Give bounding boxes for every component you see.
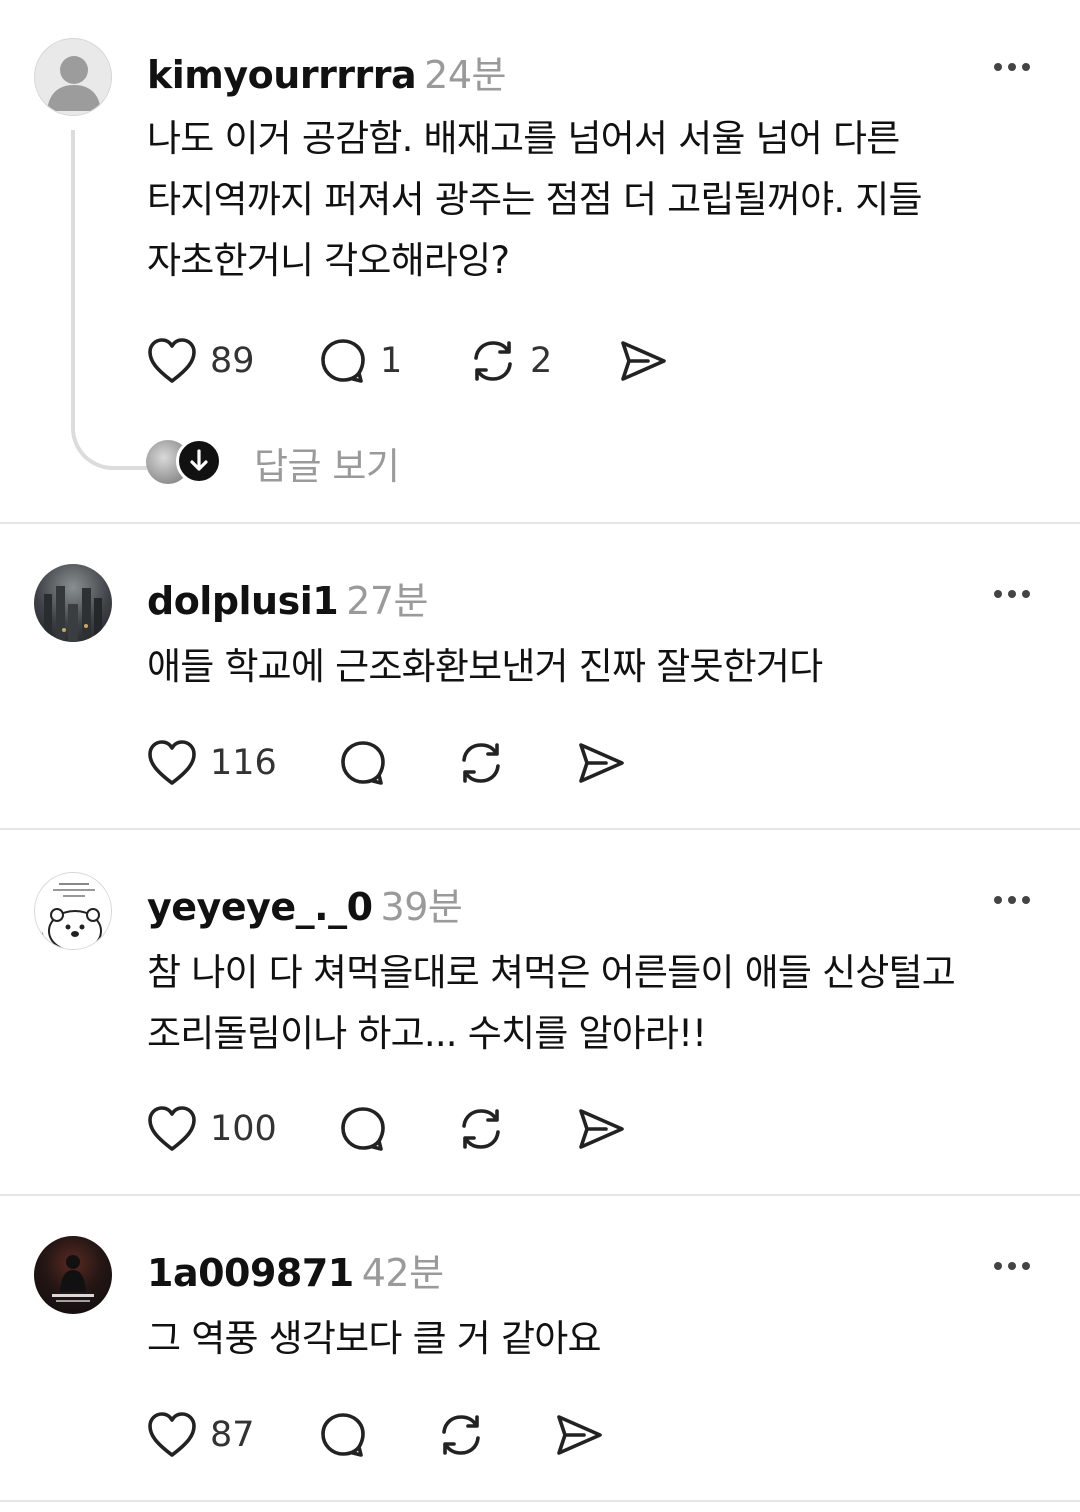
action-bar: 116 [146, 738, 646, 788]
username-text[interactable]: kimyourrrrra [147, 53, 417, 97]
send-icon [579, 743, 624, 783]
comment-text: 나도 이거 공감함. 배재고를 넘어서 서울 넘어 다른 타지역까지 퍼져서 광… [147, 108, 1027, 291]
comment-1: kimyourrrrra 24분 나도 이거 공감함. 배재고를 넘어서 서울 넘… [0, 0, 1080, 522]
like-count: 89 [210, 341, 255, 381]
action-bar: 100 [146, 1104, 646, 1154]
comment-line: 그 역풍 생각보다 클 거 같아요 [147, 1317, 601, 1360]
reply-button[interactable] [318, 1410, 368, 1460]
comment-line: 참 나이 다 쳐먹을대로 쳐먹은 어른들이 애들 신상털고 [147, 951, 956, 994]
reply-count: 1 [380, 341, 403, 381]
default-person-icon [47, 56, 101, 111]
divider [0, 1500, 1080, 1502]
username[interactable]: dolplusi1 27분 [147, 570, 429, 625]
comment-2: dolplusi1 27분 애들 학교에 근조화환보낸거 진짜 잘못한거다 116 [0, 524, 1080, 828]
avatar[interactable] [34, 38, 112, 116]
speech-bubble-icon [341, 1107, 385, 1151]
more-options-icon[interactable] [992, 588, 1032, 600]
share-button[interactable] [554, 1410, 604, 1460]
view-replies-label[interactable]: 답글 보기 [254, 436, 400, 490]
username-text[interactable]: dolplusi1 [147, 579, 339, 623]
comment-3: yeyeye_._0 39분 참 나이 다 쳐먹을대로 쳐먹은 어른들이 애들 신… [0, 830, 1080, 1194]
action-bar: 89 1 2 [146, 336, 686, 386]
reply-button[interactable] [338, 1104, 388, 1154]
repost-count: 2 [530, 341, 553, 381]
send-icon [621, 341, 666, 381]
repost-icon [462, 743, 500, 783]
poster-avatar [52, 1255, 94, 1302]
avatar[interactable] [34, 872, 112, 950]
city-photo-avatar [44, 586, 102, 642]
avatar[interactable] [34, 1236, 112, 1314]
heart-icon [148, 740, 196, 785]
speech-bubble-icon [321, 1413, 365, 1457]
arrow-down-icon [190, 449, 208, 471]
more-options-icon[interactable] [992, 894, 1032, 906]
comment-text: 그 역풍 생각보다 클 거 같아요 [147, 1308, 1027, 1369]
heart-icon [148, 338, 196, 383]
reply-button[interactable] [338, 738, 388, 788]
repost-button[interactable] [456, 738, 506, 788]
timestamp: 39분 [380, 885, 463, 929]
reply-button[interactable]: 1 [318, 336, 402, 386]
comment-line: 나도 이거 공감함. 배재고를 넘어서 서울 넘어 다른 [147, 117, 900, 160]
repost-button[interactable]: 2 [468, 336, 552, 386]
comment-text: 애들 학교에 근조화환보낸거 진짜 잘못한거다 [147, 636, 1027, 697]
username-text[interactable]: yeyeye_._0 [147, 885, 373, 929]
share-button[interactable] [576, 1104, 626, 1154]
share-button[interactable] [576, 738, 626, 788]
timestamp: 27분 [346, 579, 429, 623]
like-count: 116 [210, 743, 277, 783]
heart-icon [148, 1412, 196, 1457]
like-button[interactable]: 87 [146, 1410, 255, 1460]
avatar[interactable] [34, 564, 112, 642]
repost-icon [442, 1415, 480, 1455]
expand-replies-button[interactable] [176, 438, 222, 484]
timestamp: 24분 [424, 53, 506, 97]
comment-text: 참 나이 다 쳐먹을대로 쳐먹은 어른들이 애들 신상털고 조리돌림이나 하고.… [147, 942, 1027, 1064]
like-count: 100 [210, 1109, 277, 1149]
comment-4: 1a009871 42분 그 역풍 생각보다 클 거 같아요 87 [0, 1196, 1080, 1500]
comment-line: 애들 학교에 근조화환보낸거 진짜 잘못한거다 [147, 645, 823, 688]
like-button[interactable]: 89 [146, 336, 255, 386]
more-options-icon[interactable] [992, 1260, 1032, 1272]
speech-bubble-icon [321, 339, 365, 383]
heart-icon [148, 1106, 196, 1151]
share-button[interactable] [618, 336, 668, 386]
thread-line [71, 130, 147, 470]
comment-line: 조리돌림이나 하고... 수치를 알아라!! [147, 1012, 707, 1055]
timestamp: 42분 [361, 1251, 444, 1295]
username-text[interactable]: 1a009871 [147, 1251, 354, 1295]
username[interactable]: 1a009871 42분 [147, 1242, 444, 1297]
more-options-icon[interactable] [992, 61, 1032, 73]
speech-bubble-icon [341, 741, 385, 785]
repost-button[interactable] [436, 1410, 486, 1460]
username[interactable]: kimyourrrrra 24분 [147, 44, 506, 99]
action-bar: 87 [146, 1410, 626, 1460]
like-count: 87 [210, 1415, 255, 1455]
like-button[interactable]: 116 [146, 738, 277, 788]
send-icon [579, 1109, 624, 1149]
cartoon-bear-avatar [39, 883, 102, 949]
repost-icon [462, 1109, 500, 1149]
repost-button[interactable] [456, 1104, 506, 1154]
comment-line: 타지역까지 퍼져서 광주는 점점 더 고립될꺼야. 지들 [147, 178, 923, 221]
send-icon [557, 1415, 602, 1455]
comment-line: 자초한거니 각오해라잉? [147, 239, 510, 282]
like-button[interactable]: 100 [146, 1104, 277, 1154]
username[interactable]: yeyeye_._0 39분 [147, 876, 463, 931]
repost-icon [474, 341, 512, 381]
